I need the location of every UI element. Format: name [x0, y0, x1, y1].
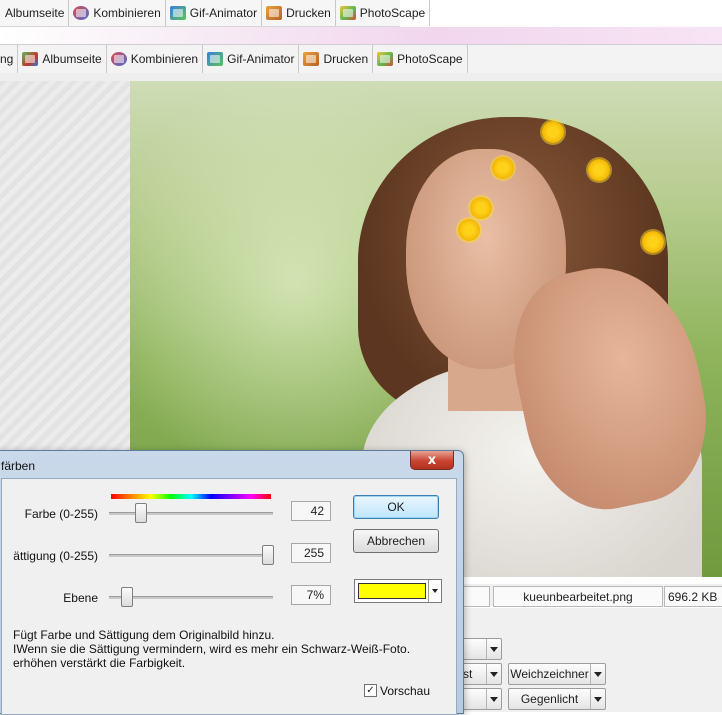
tab-label: Kombinieren — [130, 52, 199, 66]
tab-label: PhotoScape — [359, 6, 426, 20]
hue-spectrum-bar — [111, 494, 271, 499]
slider-thumb[interactable] — [135, 503, 147, 523]
combine-icon — [73, 6, 90, 20]
filter-dropdown-1[interactable] — [462, 638, 502, 660]
farbe-label: Farbe (0-255) — [24, 507, 98, 521]
description-line-2: IWenn sie die Sättigung vermindern, wird… — [13, 642, 411, 656]
dialog-body: Farbe (0-255) 42 ättigung (0-255) 255 Eb… — [1, 478, 457, 715]
tab-label: Kombinieren — [93, 6, 161, 20]
farbe-value[interactable]: 42 — [291, 501, 331, 521]
ebene-value[interactable]: 7% — [291, 585, 331, 605]
top-tab-bar: Albumseite Kombinieren Gif-Animator Druc… — [0, 0, 431, 27]
ok-button[interactable]: OK — [353, 495, 439, 519]
filesize-text: 696.2 KB — [668, 589, 718, 604]
color-picker[interactable] — [354, 579, 442, 603]
vorschau-checkbox[interactable]: ✓ — [364, 684, 377, 697]
tab-kombinieren[interactable]: Kombinieren — [69, 0, 166, 26]
slider-thumb[interactable] — [121, 587, 133, 607]
tab-photoscape[interactable]: PhotoScape — [373, 45, 468, 73]
tab-gif-animator[interactable]: Gif-Animator — [203, 45, 300, 73]
abbrechen-button[interactable]: Abbrechen — [353, 529, 439, 553]
vorschau-label: Vorschau — [380, 684, 431, 698]
top-right-background — [400, 0, 722, 27]
filter-dropdown-4[interactable] — [462, 688, 502, 710]
background-strip — [0, 27, 722, 44]
tab-label: Albumseite — [5, 6, 65, 20]
dialog-title: färben — [1, 459, 36, 473]
description-line-1: Fügt Farbe und Sättigung dem Originalbil… — [13, 628, 275, 642]
color-swatch — [358, 583, 426, 599]
slider-track — [109, 554, 273, 557]
tab-label: PhotoScape — [397, 52, 463, 66]
colorize-dialog: färben x Farbe (0-255) 42 ättigung (0-25… — [0, 450, 464, 715]
gegenlicht-dropdown[interactable]: Gegenlicht — [508, 688, 606, 710]
print-icon — [266, 6, 283, 20]
slider-thumb[interactable] — [262, 545, 274, 565]
check-icon: ✓ — [366, 684, 375, 696]
tab-drucken[interactable]: Drucken — [299, 45, 374, 73]
tab-label: ng — [0, 52, 14, 66]
chevron-down-icon — [486, 639, 501, 659]
album-icon — [22, 52, 39, 66]
weichzeichner-dropdown[interactable]: Weichzeichner — [508, 663, 606, 685]
flower — [642, 231, 664, 253]
tab-label: Drucken — [286, 6, 331, 20]
tab-bearbeitung-partial[interactable]: ng — [0, 45, 19, 73]
tab-label: Drucken — [323, 52, 369, 66]
chevron-down-icon — [486, 664, 501, 684]
combine-icon — [110, 52, 127, 66]
flower — [492, 157, 514, 179]
chevron-down-icon[interactable] — [428, 580, 441, 602]
flower — [458, 219, 480, 241]
chevron-down-icon — [590, 689, 605, 709]
saettigung-slider[interactable] — [109, 545, 274, 565]
tab-label: Albumseite — [42, 52, 102, 66]
slider-track — [109, 512, 273, 515]
dropdown-label: Gegenlicht — [520, 692, 579, 706]
flower — [470, 197, 492, 219]
tab-photoscape[interactable]: PhotoScape — [336, 0, 431, 26]
photoscape-icon — [339, 6, 356, 20]
tab-drucken[interactable]: Drucken — [262, 0, 336, 26]
workspace-top-gutter — [0, 73, 722, 81]
print-icon — [303, 52, 320, 66]
photoscape-icon — [377, 52, 394, 66]
saettigung-value[interactable]: 255 — [291, 543, 331, 563]
farbe-slider[interactable] — [109, 503, 273, 523]
close-icon: x — [427, 452, 437, 468]
gif-animator-icon — [207, 52, 224, 66]
tab-kombinieren[interactable]: Kombinieren — [107, 45, 204, 73]
chevron-down-icon — [486, 689, 501, 709]
dropdown-label: Weichzeichner — [510, 667, 589, 681]
filename-text: kueunbearbeitet.png — [523, 589, 633, 604]
status-field-empty — [462, 586, 490, 607]
description-line-3: erhöhen verstärkt die Farbigkeit. — [13, 656, 186, 670]
tab-albumseite[interactable]: Albumseite — [0, 0, 70, 26]
tab-albumseite[interactable]: Albumseite — [18, 45, 107, 73]
flower — [588, 159, 610, 181]
ebene-slider[interactable] — [109, 587, 273, 607]
status-filesize: 696.2 KB — [664, 586, 722, 607]
tab-label: Gif-Animator — [189, 6, 258, 20]
saettigung-label: ättigung (0-255) — [13, 549, 98, 563]
chevron-down-icon — [590, 664, 605, 684]
main-tab-bar: ng Albumseite Kombinieren Gif-Animator D… — [0, 44, 722, 74]
tab-label: Gif-Animator — [227, 52, 295, 66]
slider-track — [109, 596, 273, 599]
close-button[interactable]: x — [410, 451, 454, 470]
filter-dropdown-2[interactable]: st — [462, 663, 502, 685]
status-filename: kueunbearbeitet.png — [493, 586, 663, 607]
flower — [542, 121, 564, 143]
gif-animator-icon — [169, 6, 186, 20]
dropdown-label: st — [463, 667, 473, 681]
ebene-label: Ebene — [63, 591, 98, 605]
tab-gif-animator[interactable]: Gif-Animator — [166, 0, 263, 26]
